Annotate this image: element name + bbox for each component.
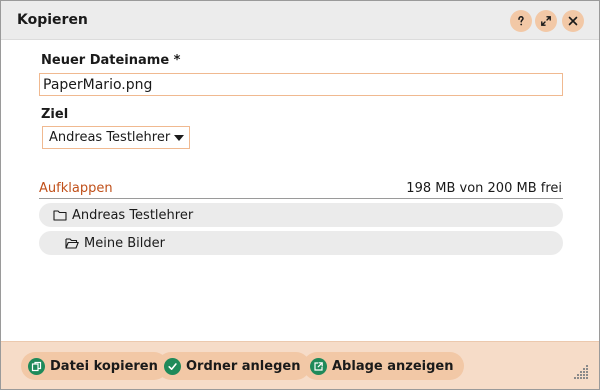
question-icon [518, 16, 524, 26]
copy-file-button[interactable]: Datei kopieren [21, 352, 168, 380]
dialog-title: Kopieren [17, 12, 88, 28]
show-storage-label: Ablage anzeigen [332, 358, 454, 374]
target-select[interactable]: Andreas Testlehrer [42, 126, 190, 149]
create-folder-button[interactable]: Ordner anlegen [157, 352, 311, 380]
show-storage-button[interactable]: Ablage anzeigen [303, 352, 464, 380]
check-icon [164, 357, 181, 375]
tree-item-label: Andreas Testlehrer [72, 207, 194, 223]
filename-label: Neuer Dateiname * [41, 53, 181, 68]
footer-bar: Datei kopieren Ordner anlegen Ablage anz… [1, 341, 599, 389]
folder-icon [53, 210, 67, 221]
create-folder-label: Ordner anlegen [186, 358, 301, 374]
copy-file-label: Datei kopieren [50, 358, 158, 374]
close-button[interactable] [562, 10, 584, 32]
chevron-down-icon [174, 135, 184, 141]
divider [39, 198, 563, 199]
restore-icon [541, 16, 551, 26]
tree-item-andreas-testlehrer[interactable]: Andreas Testlehrer [39, 203, 563, 227]
copy-icon [28, 357, 45, 375]
folder-open-icon [65, 238, 79, 249]
external-link-icon [310, 357, 327, 375]
copy-dialog: Kopieren Neuer Dateiname * Ziel Andreas … [0, 0, 600, 390]
title-bar[interactable]: Kopieren [1, 1, 599, 40]
storage-info: 198 MB von 200 MB frei [406, 181, 562, 196]
target-select-value: Andreas Testlehrer [49, 130, 171, 145]
help-button[interactable] [510, 10, 532, 32]
resize-grip-icon[interactable] [573, 365, 589, 379]
tree-item-label: Meine Bilder [84, 235, 165, 251]
target-label: Ziel [41, 107, 69, 122]
restore-button[interactable] [535, 10, 557, 32]
close-icon [568, 16, 578, 26]
expand-link[interactable]: Aufklappen [39, 181, 113, 196]
tree-item-meine-bilder[interactable]: Meine Bilder [39, 231, 563, 255]
filename-input[interactable] [39, 73, 563, 96]
